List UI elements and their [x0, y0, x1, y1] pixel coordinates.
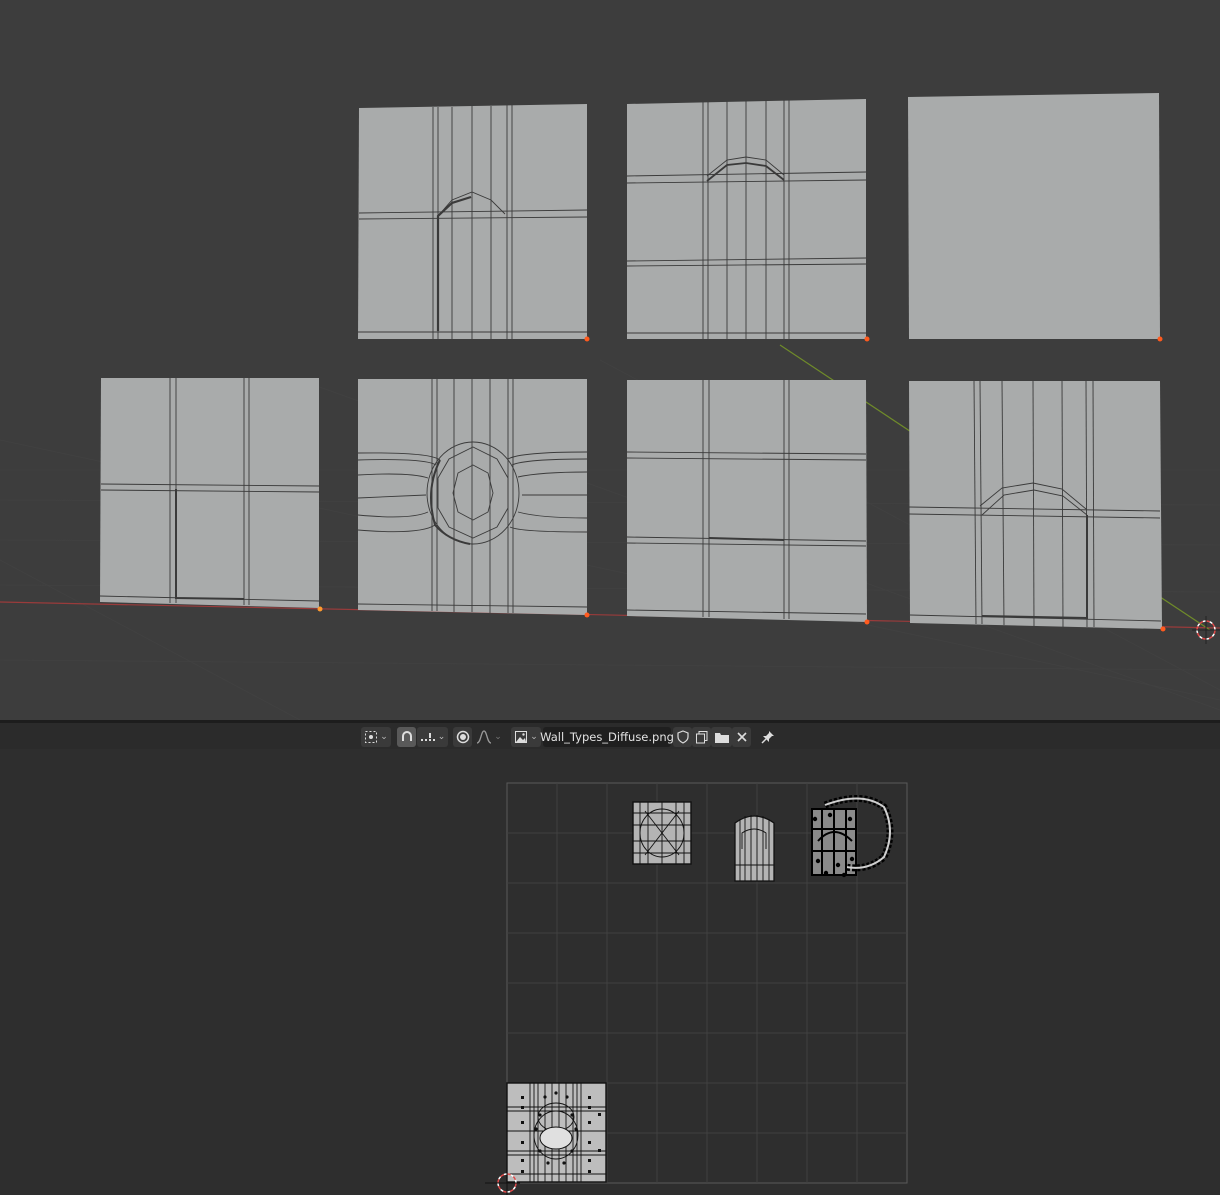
fake-user-shield-icon	[676, 730, 689, 744]
image-browse-icon	[515, 731, 528, 743]
snap-toggle-button[interactable]	[397, 727, 416, 747]
chevron-down-icon: ⌄	[530, 732, 538, 742]
pin-image-button[interactable]	[758, 727, 777, 747]
fake-user-button[interactable]	[673, 727, 692, 747]
snap-increment-icon	[420, 733, 435, 741]
uv-editor-header: ⌄ ⌄ ⌄ ⌄ Wall_Types_Diffuse.png	[0, 723, 1220, 749]
wall-tile-round-window[interactable]	[357, 379, 590, 618]
wall-tile-arch-door-bottom[interactable]	[908, 380, 1166, 632]
chevron-down-icon: ⌄	[380, 732, 388, 742]
snap-mode-dropdown[interactable]: ⌄	[417, 727, 448, 747]
wall-tile-arch-window[interactable]	[626, 99, 870, 342]
wall-tile-square-window[interactable]	[626, 380, 870, 625]
falloff-dropdown[interactable]: ⌄	[474, 727, 504, 747]
falloff-curve-icon	[476, 730, 492, 744]
close-icon	[736, 732, 747, 742]
image-browse-dropdown[interactable]: ⌄	[511, 727, 541, 747]
open-image-button[interactable]	[711, 727, 732, 747]
image-name-field[interactable]: Wall_Types_Diffuse.png	[540, 727, 674, 747]
pivot-point-dropdown[interactable]: ⌄	[361, 727, 391, 747]
chevron-down-icon: ⌄	[494, 732, 502, 742]
new-image-icon	[695, 731, 707, 744]
new-image-button[interactable]	[692, 727, 711, 747]
uv-island-round-window[interactable]	[632, 801, 692, 865]
uv-snap-icon	[401, 731, 412, 741]
proportional-edit-button[interactable]	[453, 727, 472, 747]
wall-tile-plain[interactable]	[908, 93, 1163, 342]
unlink-image-button[interactable]	[732, 727, 751, 747]
proportional-edit-icon	[456, 730, 469, 744]
uv-editor-canvas[interactable]	[0, 749, 1220, 1195]
chevron-down-icon: ⌄	[437, 732, 446, 742]
3d-viewport[interactable]	[0, 0, 1220, 720]
uv-island-arch-window[interactable]	[734, 815, 775, 882]
open-folder-icon	[714, 733, 729, 743]
pivot-point-icon	[365, 731, 378, 743]
pin-icon	[760, 731, 774, 744]
uv-island-wall-sheet[interactable]	[506, 1082, 607, 1183]
wall-tile-low-opening[interactable]	[99, 378, 323, 612]
wall-tile-arch-door-top[interactable]	[358, 104, 590, 342]
